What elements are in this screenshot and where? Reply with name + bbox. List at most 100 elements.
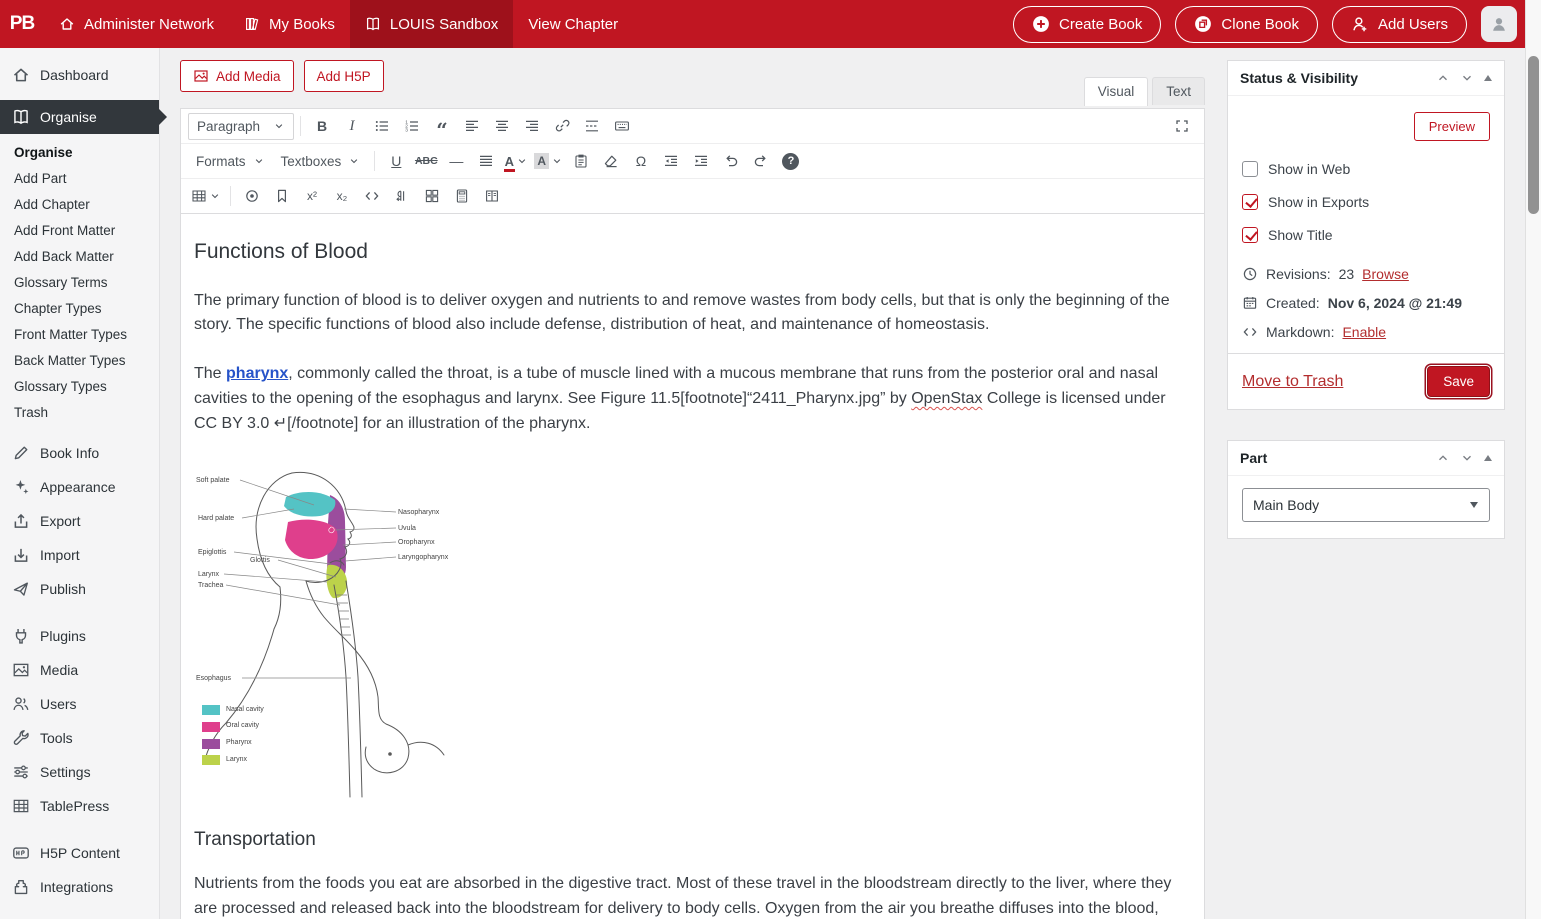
show-in-exports-checkbox[interactable]	[1242, 194, 1258, 210]
sidebar-item-tools[interactable]: Tools	[0, 721, 159, 755]
sidebar-item-settings[interactable]: Settings	[0, 755, 159, 789]
collapse-toggle-icon[interactable]	[1484, 455, 1492, 461]
show-in-web-checkbox[interactable]	[1242, 161, 1258, 177]
sidebar-item-dashboard[interactable]: Dashboard	[0, 58, 159, 92]
submenu-add-back-matter[interactable]: Add Back Matter	[0, 244, 159, 270]
strikethrough-button[interactable]: ABC	[411, 147, 441, 175]
add-media-button[interactable]: Add Media	[180, 60, 294, 92]
sidebar-item-book-info[interactable]: Book Info	[0, 436, 159, 470]
code-button[interactable]	[357, 182, 387, 210]
pharynx-link[interactable]: pharynx	[226, 365, 288, 382]
submenu-chapter-types[interactable]: Chapter Types	[0, 296, 159, 322]
preview-button[interactable]: Preview	[1413, 112, 1490, 141]
submenu-glossary-terms[interactable]: Glossary Terms	[0, 270, 159, 296]
editor-content[interactable]: Functions of Blood The primary function …	[181, 214, 1204, 919]
special-character-button[interactable]: Ω	[626, 147, 656, 175]
clear-formatting-button[interactable]	[596, 147, 626, 175]
topbar-item-administer-network[interactable]: Administer Network	[44, 0, 229, 48]
move-up-icon[interactable]	[1436, 451, 1450, 465]
tab-text[interactable]: Text	[1152, 77, 1205, 105]
sidebar-item-integrations[interactable]: Integrations	[0, 870, 159, 904]
paste-as-text-button[interactable]	[566, 147, 596, 175]
fullscreen-button[interactable]	[1167, 112, 1197, 140]
sidebar-item-organise[interactable]: Organise	[0, 100, 159, 134]
textbook-button[interactable]	[477, 182, 507, 210]
align-left-button[interactable]	[457, 112, 487, 140]
paragraph-style-select[interactable]: Paragraph	[188, 112, 294, 140]
pressbooks-logo[interactable]: PB	[0, 0, 44, 48]
scrollbar-thumb[interactable]	[1528, 56, 1539, 214]
keyboard-shortcuts-button[interactable]	[607, 112, 637, 140]
sidebar-item-publish[interactable]: Publish	[0, 572, 159, 606]
help-button[interactable]: ?	[776, 147, 806, 175]
submenu-back-matter-types[interactable]: Back Matter Types	[0, 348, 159, 374]
enable-markdown-link[interactable]: Enable	[1342, 324, 1386, 340]
submenu-front-matter-types[interactable]: Front Matter Types	[0, 322, 159, 348]
insert-link-button[interactable]	[547, 112, 577, 140]
justify-button[interactable]	[471, 147, 501, 175]
collapse-toggle-icon[interactable]	[1484, 75, 1492, 81]
show-title-checkbox[interactable]	[1242, 227, 1258, 243]
outdent-button[interactable]	[656, 147, 686, 175]
submenu-add-part[interactable]: Add Part	[0, 166, 159, 192]
move-down-icon[interactable]	[1460, 71, 1474, 85]
sidebar-item-label: Plugins	[40, 628, 86, 644]
underline-button[interactable]: U	[381, 147, 411, 175]
blockquote-button[interactable]: “	[427, 112, 457, 140]
ltr-button[interactable]	[387, 182, 417, 210]
sidebar-item-media[interactable]: Media	[0, 653, 159, 687]
fullscreen-icon	[1174, 118, 1190, 134]
submenu-add-front-matter[interactable]: Add Front Matter	[0, 218, 159, 244]
align-right-button[interactable]	[517, 112, 547, 140]
indent-button[interactable]	[686, 147, 716, 175]
subscript-button[interactable]: x₂	[327, 182, 357, 210]
add-h5p-button[interactable]: Add H5P	[303, 60, 384, 92]
submenu-add-chapter[interactable]: Add Chapter	[0, 192, 159, 218]
sidebar-item-plugins[interactable]: Plugins	[0, 619, 159, 653]
sidebar-item-appearance[interactable]: Appearance	[0, 470, 159, 504]
topbar-item-louis-sandbox[interactable]: LOUIS Sandbox	[349, 0, 514, 48]
background-color-button[interactable]: A	[531, 147, 566, 175]
calculator-button[interactable]	[447, 182, 477, 210]
superscript-button[interactable]: x²	[297, 182, 327, 210]
add-users-button[interactable]: Add Users	[1331, 5, 1467, 43]
sidebar-item-export[interactable]: Export	[0, 504, 159, 538]
move-up-icon[interactable]	[1436, 71, 1450, 85]
bold-button[interactable]: B	[307, 112, 337, 140]
bulleted-list-button[interactable]	[367, 112, 397, 140]
undo-button[interactable]	[716, 147, 746, 175]
table-button[interactable]	[188, 182, 224, 210]
submenu-glossary-types[interactable]: Glossary Types	[0, 374, 159, 400]
sidebar-item-h5p-content[interactable]: H5P Content	[0, 836, 159, 870]
save-button[interactable]: Save	[1427, 366, 1490, 397]
text-color-button[interactable]: A	[501, 147, 531, 175]
read-more-button[interactable]	[577, 112, 607, 140]
sidebar-item-users[interactable]: Users	[0, 687, 159, 721]
move-to-trash-link[interactable]: Move to Trash	[1242, 373, 1343, 391]
submenu-organise[interactable]: Organise	[0, 140, 159, 166]
submenu-trash[interactable]: Trash	[0, 400, 159, 426]
formats-dropdown[interactable]: Formats	[188, 147, 273, 175]
topbar-item-view-chapter[interactable]: View Chapter	[513, 0, 633, 48]
page-scrollbar[interactable]	[1525, 0, 1541, 919]
layout-grid-button[interactable]	[417, 182, 447, 210]
wheel-button[interactable]	[237, 182, 267, 210]
avatar[interactable]	[1481, 6, 1517, 42]
redo-button[interactable]	[746, 147, 776, 175]
tab-visual[interactable]: Visual	[1083, 77, 1149, 106]
textboxes-dropdown[interactable]: Textboxes	[272, 147, 369, 175]
align-center-button[interactable]	[487, 112, 517, 140]
pharynx-figure[interactable]: Soft palate Hard palate Epiglottis Glott…	[194, 467, 494, 799]
move-down-icon[interactable]	[1460, 451, 1474, 465]
anchor-button[interactable]	[267, 182, 297, 210]
browse-revisions-link[interactable]: Browse	[1362, 266, 1409, 282]
italic-button[interactable]: I	[337, 112, 367, 140]
part-select[interactable]: Main Body	[1242, 488, 1490, 522]
create-book-button[interactable]: Create Book	[1013, 5, 1162, 43]
sidebar-item-tablepress[interactable]: TablePress	[0, 789, 159, 823]
numbered-list-button[interactable]	[397, 112, 427, 140]
sidebar-item-import[interactable]: Import	[0, 538, 159, 572]
clone-book-button[interactable]: Clone Book	[1175, 5, 1318, 43]
topbar-item-my-books[interactable]: My Books	[229, 0, 350, 48]
horizontal-rule-button[interactable]: —	[441, 147, 471, 175]
